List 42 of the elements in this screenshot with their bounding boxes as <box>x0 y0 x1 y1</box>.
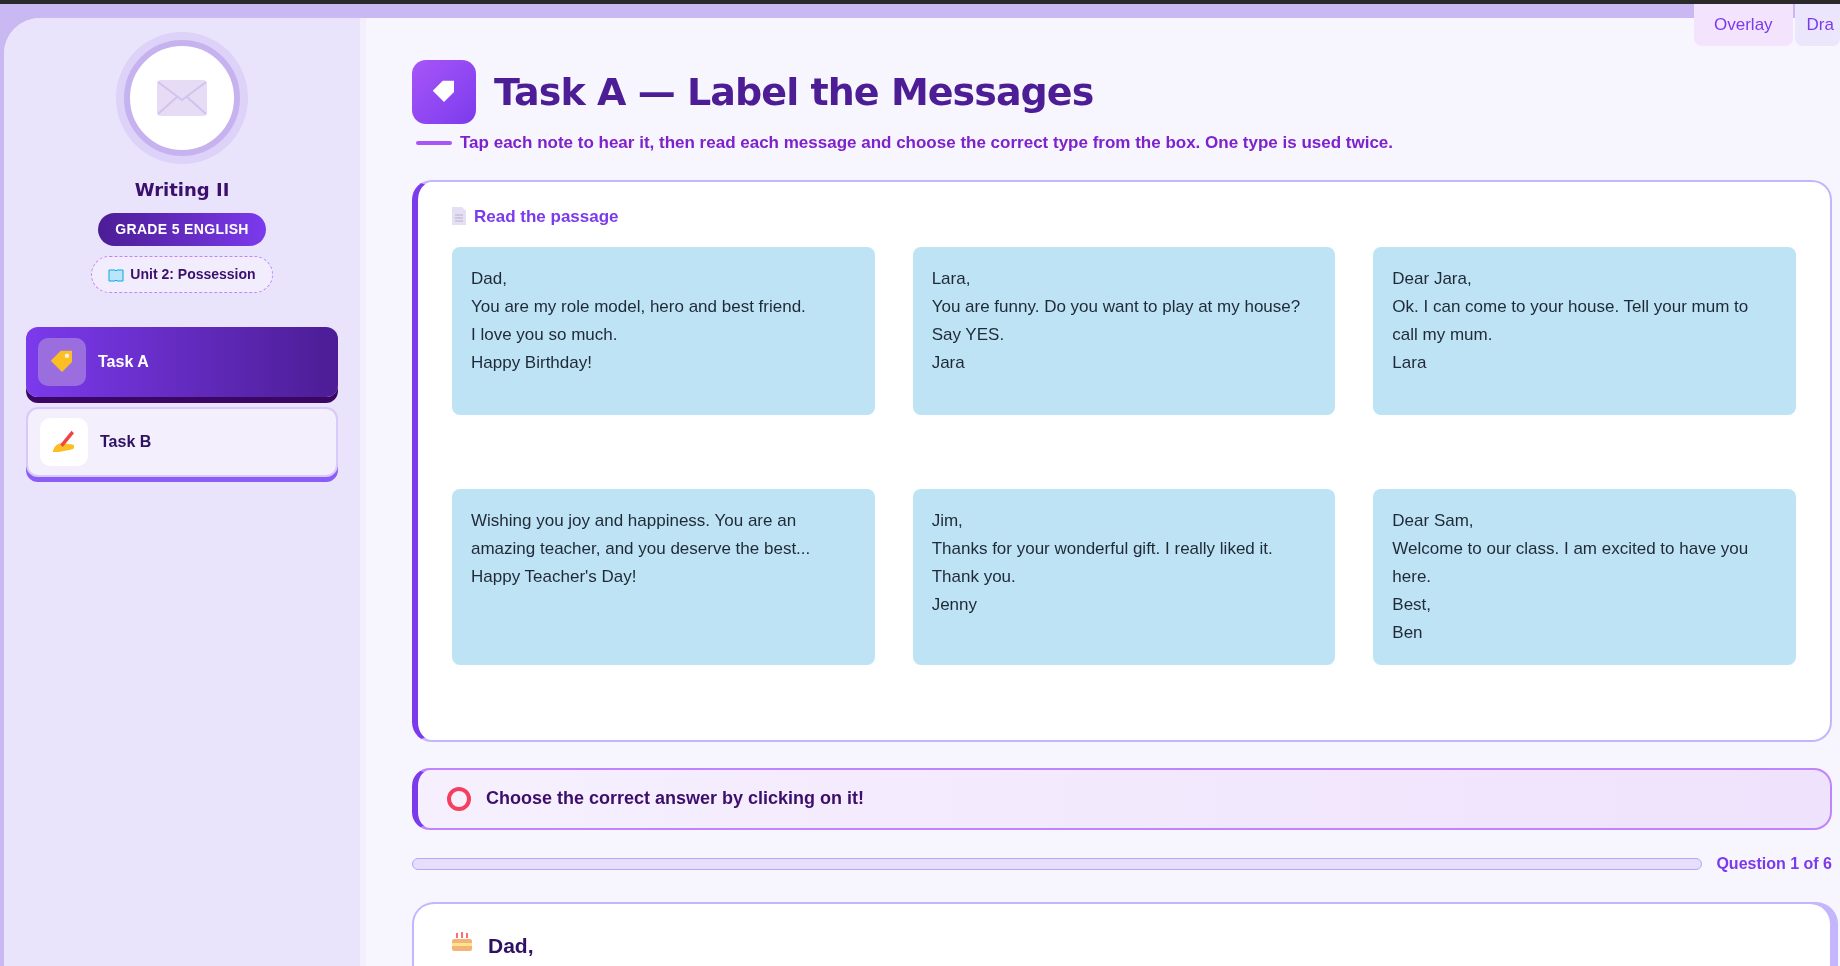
note-line: Wishing you joy and happiness. You are an amazing teacher, and you deserve the best... <box>471 510 812 560</box>
note-line: You are my role model, hero and best friend. <box>471 296 807 318</box>
note-line: Welcome to our class. I am excited to have you here. <box>1392 538 1750 588</box>
note-line: Dad, <box>471 268 508 290</box>
book-icon <box>108 267 125 282</box>
toolbar-tab[interactable]: Dra <box>1794 4 1840 46</box>
question-title: Dad, <box>488 932 534 959</box>
document-icon <box>452 207 466 226</box>
message-note[interactable]: Dear Sam, Welcome to our class. I am excited to have you here. Best, Ben <box>1373 489 1796 665</box>
instructions: Tap each note to hear it, then read each message and choose the correct type from the box. One type is used twice. <box>460 132 1394 154</box>
note-line: Best, <box>1392 594 1433 616</box>
note-line: Jenny <box>931 594 979 616</box>
note-line: Ok. I can come to your house. Tell your mum to call my mum. <box>1392 296 1750 346</box>
cake-icon <box>450 929 474 952</box>
message-note[interactable]: Dad, You are my role model, hero and best friend. I love you so much. Happy Birthday! <box>452 247 875 415</box>
note-line: You are funny. Do you want to play at my house? Say YES. <box>931 296 1302 346</box>
message-note[interactable]: Lara, You are funny. Do you want to play at my house? Say YES. Jara <box>912 247 1336 415</box>
course-title: Writing II <box>134 178 230 202</box>
prompt-text: Choose the correct answer by clicking on it! <box>486 787 865 810</box>
note-line: Lara, <box>931 268 972 290</box>
note-line: Ben <box>1392 622 1424 644</box>
note-line: Thank you. <box>931 566 1017 588</box>
note-line: Dear Sam, <box>1392 510 1475 532</box>
passage-heading: Read the passage <box>474 205 619 228</box>
note-line: Jim, <box>931 510 964 532</box>
question-counter: Question 1 of 6 <box>1716 853 1832 874</box>
note-line: Happy Birthday! <box>471 352 593 374</box>
note-line: I love you so much. <box>471 324 619 346</box>
message-note[interactable]: Dear Jara, Ok. I can come to your house. Tell your mum to call my mum. Lara <box>1373 247 1796 415</box>
grade-badge: GRADE 5 ENGLISH <box>98 213 266 246</box>
ring-icon <box>446 785 472 812</box>
message-note[interactable]: Jim, Thanks for your wonderful gift. I really liked it. Thank you. Jenny <box>912 489 1336 665</box>
note-line: Happy Teacher's Day! <box>471 566 638 588</box>
note-line: Jara <box>931 352 966 374</box>
page-title: Task A — Label the Messages <box>494 68 1094 116</box>
note-line: Dear Jara, <box>1392 268 1473 290</box>
unit-label: Unit 2: Possession <box>130 265 256 284</box>
toolbar-tab[interactable]: Overlay <box>1694 4 1793 46</box>
note-line: Thanks for your wonderful gift. I really liked it. <box>931 538 1274 560</box>
note-line: Lara <box>1392 352 1428 374</box>
envelope-icon <box>157 80 207 116</box>
message-note[interactable]: Wishing you joy and happiness. You are an amazing teacher, and you deserve the best... Happy Teacher's Day! <box>452 489 875 665</box>
